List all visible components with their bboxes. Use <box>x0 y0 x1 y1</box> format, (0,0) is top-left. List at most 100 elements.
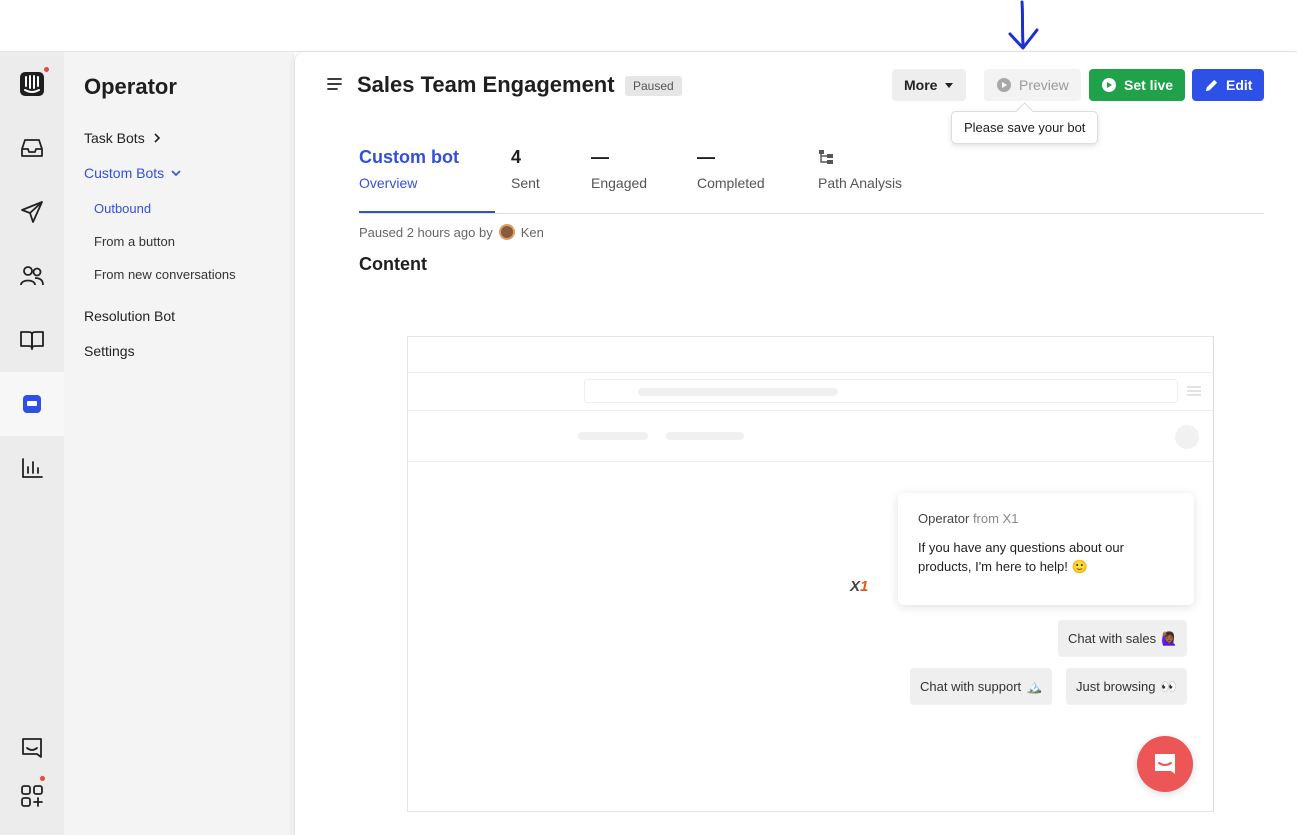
sidebar-item-label: Custom Bots <box>84 165 165 181</box>
sidebar-item-label: Settings <box>84 343 135 359</box>
book-icon <box>20 331 44 350</box>
tab-label: Overview <box>359 175 418 191</box>
inbox-icon <box>21 139 43 157</box>
notification-dot <box>43 66 50 73</box>
sidebar-item-resolution-bot[interactable]: Resolution Bot <box>84 308 175 324</box>
tab-label: Path Analysis <box>818 175 903 191</box>
status-badge: Paused <box>625 76 682 96</box>
preview-button-label: Preview <box>1019 77 1069 93</box>
ghost-toolbar <box>408 373 1213 411</box>
tab-value: Custom bot <box>359 147 459 167</box>
page-title: Sales Team Engagement <box>357 72 615 97</box>
ghost-row <box>408 411 1213 462</box>
path-tree-icon <box>819 150 833 164</box>
operator-nav-button[interactable] <box>0 372 64 436</box>
message-text: If you have any questions about our prod… <box>918 540 1124 574</box>
tab-label: Engaged <box>591 175 648 191</box>
messenger-preview: X1 Operator from X1 If you have any ques… <box>407 336 1214 812</box>
message-sender: Operator from X1 <box>918 511 1174 526</box>
tab-sent[interactable]: 4 Sent <box>511 147 540 213</box>
chevron-down-icon <box>171 170 181 177</box>
set-live-button[interactable]: Set live <box>1089 69 1186 101</box>
stats-tabs: Custom bot Overview 4 Sent — Engaged — C… <box>359 147 1264 214</box>
ghost-circle <box>1175 425 1199 449</box>
apps-icon <box>21 785 43 807</box>
reply-label: Chat with sales <box>1068 631 1157 646</box>
top-strip <box>0 0 1297 52</box>
tab-value: — <box>591 147 609 167</box>
tab-value: 4 <box>511 147 522 167</box>
operator-bot-icon <box>23 395 41 413</box>
notification-dot <box>39 775 46 782</box>
paper-plane-icon <box>21 201 43 223</box>
articles-nav-button[interactable] <box>0 308 64 372</box>
reply-chat-with-sales[interactable]: Chat with sales 🙋🏾‍♀️ <box>1058 620 1188 657</box>
content-heading: Content <box>359 254 427 274</box>
preview-tooltip: Please save your bot <box>951 111 1099 144</box>
messenger-icon <box>22 738 42 758</box>
tab-path-analysis[interactable]: Path Analysis <box>818 147 902 213</box>
tab-engaged[interactable]: — Engaged <box>591 147 647 213</box>
ghost-bar <box>666 432 744 440</box>
tab-completed[interactable]: — Completed <box>697 147 765 213</box>
reply-emoji: 👀 <box>1160 678 1177 694</box>
sidebar-item-settings[interactable]: Settings <box>84 343 135 359</box>
edit-button-label: Edit <box>1226 77 1253 93</box>
tab-value <box>818 147 902 171</box>
reply-chat-with-support[interactable]: Chat with support 🏔️ <box>910 668 1053 705</box>
main-panel: Sales Team Engagement Paused More Previe… <box>294 52 1297 835</box>
play-circle-icon <box>1102 78 1116 92</box>
operator-sidebar: Operator Task Bots Custom Bots Outbound … <box>64 52 294 835</box>
reply-emoji: 🙋🏾‍♀️ <box>1161 630 1178 646</box>
reply-label: Just browsing <box>1076 679 1156 694</box>
avatar <box>498 224 515 240</box>
sidebar-item-custom-bots[interactable]: Custom Bots <box>84 165 182 181</box>
intercom-logo-button[interactable] <box>0 52 64 116</box>
user-name[interactable]: Ken <box>521 225 544 240</box>
tab-label: Completed <box>697 175 765 191</box>
play-circle-icon <box>997 78 1011 92</box>
contacts-nav-button[interactable] <box>0 244 64 308</box>
bar-chart-icon <box>22 458 43 478</box>
intercom-logo-icon <box>20 72 44 96</box>
tab-label: Sent <box>511 175 540 191</box>
pencil-icon <box>1205 79 1218 91</box>
bot-message-card: Operator from X1 If you have any questio… <box>898 493 1194 605</box>
reply-just-browsing[interactable]: Just browsing 👀 <box>1066 668 1187 705</box>
sidebar-item-from-new-conversations[interactable]: From new conversations <box>94 267 236 282</box>
chat-bubble-icon <box>1155 754 1175 774</box>
hamburger-menu-icon[interactable] <box>327 77 343 91</box>
outbound-nav-button[interactable] <box>0 180 64 244</box>
tab-overview[interactable]: Custom bot Overview <box>359 147 495 213</box>
sender-name: Operator <box>918 511 970 526</box>
users-icon <box>20 266 44 286</box>
sidebar-item-label: Resolution Bot <box>84 308 176 324</box>
preview-button[interactable]: Preview <box>984 69 1081 101</box>
set-live-button-label: Set live <box>1124 77 1174 93</box>
paused-text: Paused 2 hours ago by <box>359 224 493 240</box>
edit-button[interactable]: Edit <box>1192 69 1265 101</box>
sidebar-item-outbound[interactable]: Outbound <box>94 201 151 216</box>
sidebar-item-label: Task Bots <box>84 130 145 146</box>
sidebar-item-from-a-button[interactable]: From a button <box>94 234 175 249</box>
app-store-nav-button[interactable] <box>0 764 64 828</box>
ghost-bar <box>578 432 648 440</box>
messenger-launcher-button[interactable] <box>1137 736 1193 792</box>
app-icon-bar <box>0 52 64 835</box>
chevron-right-icon <box>154 133 160 143</box>
tab-value: — <box>697 147 715 167</box>
reply-label: Chat with support <box>920 679 1022 694</box>
paused-meta: Paused 2 hours ago by Ken <box>359 224 544 240</box>
brand-logo: X1 <box>850 578 869 595</box>
sidebar-item-task-bots[interactable]: Task Bots <box>84 130 163 146</box>
reply-emoji: 🏔️ <box>1026 678 1043 694</box>
caret-down-icon <box>945 83 954 88</box>
more-button-label: More <box>904 77 938 93</box>
annotation-arrow-icon <box>1008 0 1039 50</box>
more-button[interactable]: More <box>892 69 967 101</box>
ghost-menu-icon <box>1187 386 1201 396</box>
inbox-nav-button[interactable] <box>0 116 64 180</box>
reports-nav-button[interactable] <box>0 436 64 500</box>
ghost-header <box>408 337 1213 373</box>
sender-suffix: from X1 <box>972 511 1019 526</box>
